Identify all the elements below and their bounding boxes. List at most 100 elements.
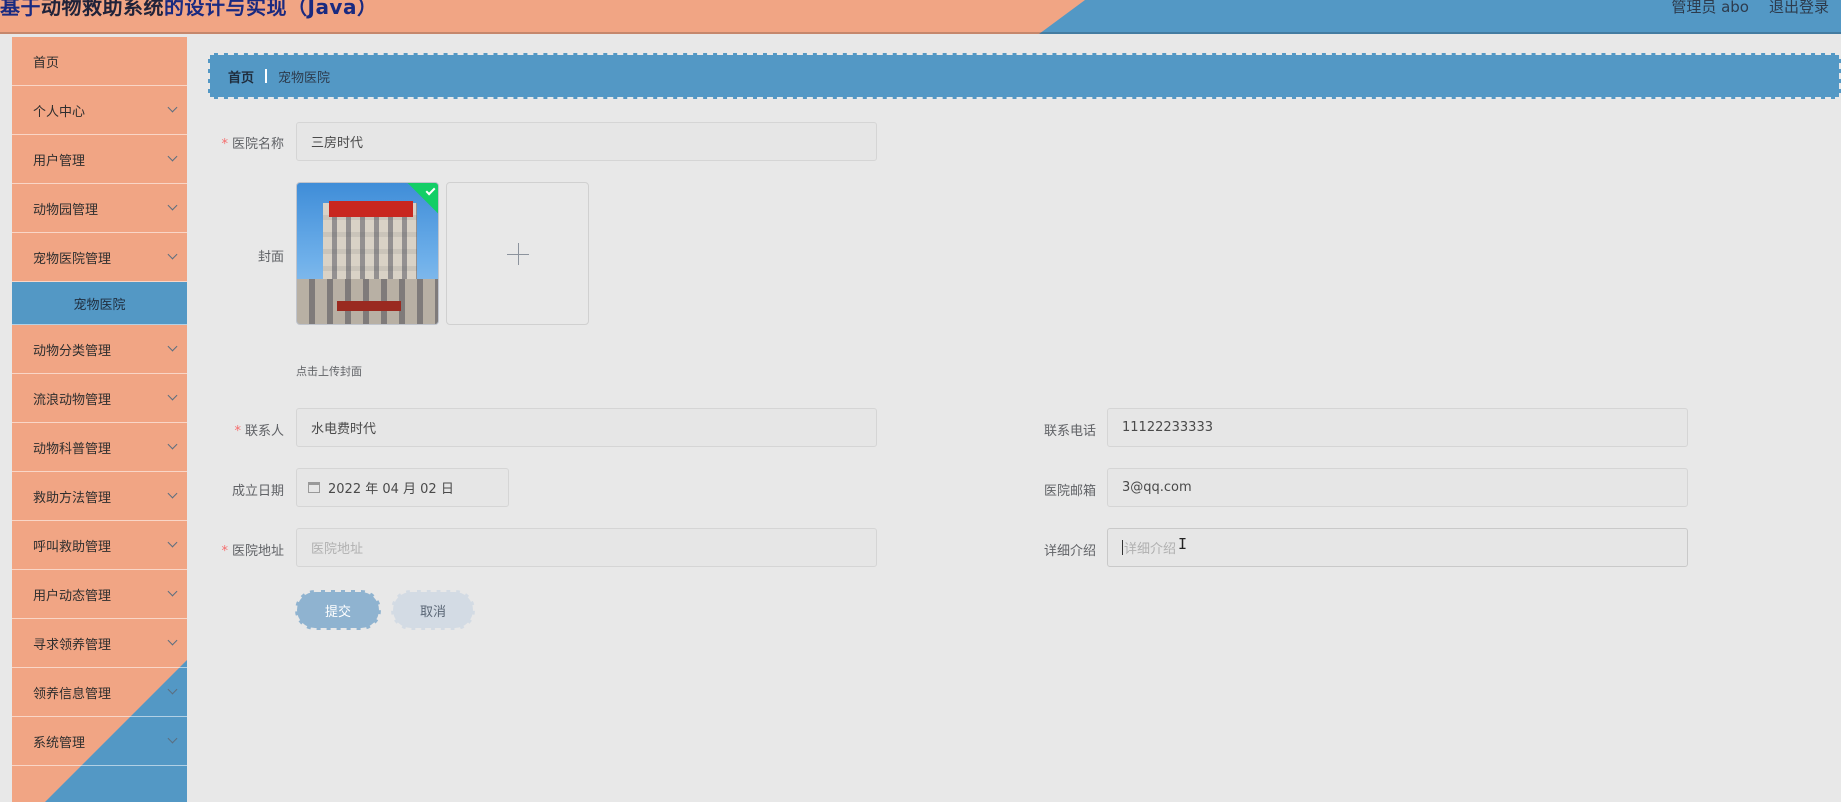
chevron-down-icon bbox=[167, 390, 178, 401]
sidebar-item-label: 寻求领养管理 bbox=[33, 637, 112, 653]
sidebar-item-label: 领养信息管理 bbox=[33, 686, 112, 702]
contact-label: * 联系人 bbox=[199, 420, 284, 439]
sidebar-item-animal-category[interactable]: 动物分类管理 bbox=[12, 325, 187, 374]
chevron-down-icon bbox=[167, 439, 178, 450]
address-placeholder: 医院地址 bbox=[311, 542, 364, 557]
sidebar-item-animal-science[interactable]: 动物科普管理 bbox=[12, 423, 187, 472]
detail-input[interactable]: 详细介绍 bbox=[1107, 528, 1688, 567]
hospital-name-label-text: 医院名称 bbox=[231, 137, 284, 152]
sidebar-subitem-pet-hospital[interactable]: 宠物医院 bbox=[12, 282, 187, 325]
founded-date-label: 成立日期 bbox=[199, 480, 284, 499]
sidebar-item-label: 用户动态管理 bbox=[33, 588, 112, 604]
cover-image-thumbnail[interactable] bbox=[296, 182, 439, 325]
sidebar-item-adoption-info[interactable]: 领养信息管理 bbox=[12, 668, 187, 717]
sidebar-item-seek-adoption[interactable]: 寻求领养管理 bbox=[12, 619, 187, 668]
detail-placeholder: 详细介绍 bbox=[1124, 542, 1177, 557]
sidebar-item-personal-center[interactable]: 个人中心 bbox=[12, 86, 187, 135]
hospital-name-value: 三房时代 bbox=[311, 136, 364, 151]
chevron-down-icon bbox=[167, 488, 178, 499]
required-star: * bbox=[234, 424, 241, 439]
contact-value: 水电费时代 bbox=[311, 422, 377, 437]
email-value: 3@qq.com bbox=[1122, 480, 1192, 495]
sidebar-item-label: 个人中心 bbox=[33, 104, 86, 120]
cover-label-text: 封面 bbox=[257, 250, 284, 265]
cover-upload-tip: 点击上传封面 bbox=[296, 365, 362, 378]
sidebar-item-label: 动物科普管理 bbox=[33, 441, 112, 457]
app-title-name: 动物救助系统 bbox=[41, 0, 164, 19]
sidebar-item-call-rescue[interactable]: 呼叫救助管理 bbox=[12, 521, 187, 570]
chevron-down-icon bbox=[167, 586, 178, 597]
sidebar: 首页 个人中心 用户管理 动物园管理 宠物医院管理 宠物医院 动物分类管理 流浪… bbox=[12, 37, 187, 802]
required-star: * bbox=[221, 137, 228, 152]
breadcrumb-separator bbox=[265, 69, 268, 83]
phone-label-text: 联系电话 bbox=[1043, 424, 1096, 439]
cover-upload-button[interactable] bbox=[446, 182, 589, 325]
chevron-down-icon bbox=[167, 249, 178, 260]
app-title-prefix: 基于 bbox=[0, 0, 41, 19]
sidebar-item-user-management[interactable]: 用户管理 bbox=[12, 135, 187, 184]
sidebar-item-label: 动物分类管理 bbox=[33, 343, 112, 359]
sidebar-item-system-management[interactable]: 系统管理 bbox=[12, 717, 187, 766]
header-user-area: 管理员 abo 退出登录 bbox=[1671, 0, 1829, 17]
sidebar-item-label: 宠物医院管理 bbox=[33, 251, 112, 267]
chevron-down-icon bbox=[167, 151, 178, 162]
building-entrance-sign bbox=[337, 301, 401, 311]
sidebar-item-stray-animal[interactable]: 流浪动物管理 bbox=[12, 374, 187, 423]
breadcrumb: 首页 宠物医院 bbox=[208, 53, 1841, 99]
founded-date-value: 2022 年 04 月 02 日 bbox=[328, 482, 454, 497]
sidebar-item-label: 系统管理 bbox=[33, 735, 86, 751]
sidebar-item-rescue-method[interactable]: 救助方法管理 bbox=[12, 472, 187, 521]
phone-label: 联系电话 bbox=[1011, 420, 1096, 439]
sidebar-item-label: 流浪动物管理 bbox=[33, 392, 112, 408]
sidebar-menu: 首页 个人中心 用户管理 动物园管理 宠物医院管理 宠物医院 动物分类管理 流浪… bbox=[12, 37, 187, 766]
chevron-down-icon bbox=[167, 684, 178, 695]
required-star: * bbox=[221, 544, 228, 559]
founded-date-picker[interactable]: 2022 年 04 月 02 日 bbox=[296, 468, 509, 507]
chevron-down-icon bbox=[167, 200, 178, 211]
sidebar-item-label: 动物园管理 bbox=[33, 202, 99, 218]
email-label-text: 医院邮箱 bbox=[1043, 484, 1096, 499]
logout-link[interactable]: 退出登录 bbox=[1769, 0, 1829, 17]
header-shadow bbox=[0, 32, 1841, 34]
plus-icon-vertical bbox=[518, 243, 519, 265]
cancel-button[interactable]: 取消 bbox=[391, 590, 475, 630]
phone-input[interactable]: 11122233333 bbox=[1107, 408, 1688, 447]
hospital-name-input[interactable]: 三房时代 bbox=[296, 122, 877, 161]
sidebar-item-label: 首页 bbox=[33, 55, 60, 71]
top-header: 基于动物救助系统的设计与实现（Java） 管理员 abo 退出登录 bbox=[0, 0, 1841, 34]
address-label-text: 医院地址 bbox=[231, 544, 284, 559]
founded-date-label-text: 成立日期 bbox=[231, 484, 284, 499]
app-title: 基于动物救助系统的设计与实现（Java） bbox=[0, 0, 377, 20]
sidebar-item-home[interactable]: 首页 bbox=[12, 37, 187, 86]
submit-button[interactable]: 提交 bbox=[295, 590, 381, 630]
chevron-down-icon bbox=[167, 341, 178, 352]
address-input[interactable]: 医院地址 bbox=[296, 528, 877, 567]
sidebar-item-label: 救助方法管理 bbox=[33, 490, 112, 506]
chevron-down-icon bbox=[167, 733, 178, 744]
cover-label: 封面 bbox=[199, 246, 284, 265]
contact-input[interactable]: 水电费时代 bbox=[296, 408, 877, 447]
breadcrumb-home[interactable]: 首页 bbox=[228, 67, 254, 86]
building-sign bbox=[329, 201, 413, 217]
sidebar-subitem-label: 宠物医院 bbox=[73, 297, 126, 313]
email-label: 医院邮箱 bbox=[1011, 480, 1096, 499]
detail-label: 详细介绍 bbox=[1011, 540, 1096, 559]
sidebar-item-zoo-management[interactable]: 动物园管理 bbox=[12, 184, 187, 233]
sidebar-item-label: 用户管理 bbox=[33, 153, 86, 169]
email-input[interactable]: 3@qq.com bbox=[1107, 468, 1688, 507]
text-caret bbox=[1122, 540, 1123, 555]
chevron-down-icon bbox=[167, 537, 178, 548]
chevron-down-icon bbox=[167, 102, 178, 113]
text-cursor-icon: I bbox=[1178, 535, 1188, 553]
phone-value: 11122233333 bbox=[1122, 420, 1213, 435]
calendar-icon bbox=[308, 482, 320, 493]
admin-user-label[interactable]: 管理员 abo bbox=[1671, 0, 1749, 17]
sidebar-item-pet-hospital-management[interactable]: 宠物医院管理 bbox=[12, 233, 187, 282]
hospital-name-label: * 医院名称 bbox=[199, 133, 284, 152]
detail-label-text: 详细介绍 bbox=[1043, 544, 1096, 559]
address-label: * 医院地址 bbox=[199, 540, 284, 559]
sidebar-item-label: 呼叫救助管理 bbox=[33, 539, 112, 555]
chevron-down-icon bbox=[167, 635, 178, 646]
sidebar-item-user-dynamics[interactable]: 用户动态管理 bbox=[12, 570, 187, 619]
contact-label-text: 联系人 bbox=[244, 424, 284, 439]
